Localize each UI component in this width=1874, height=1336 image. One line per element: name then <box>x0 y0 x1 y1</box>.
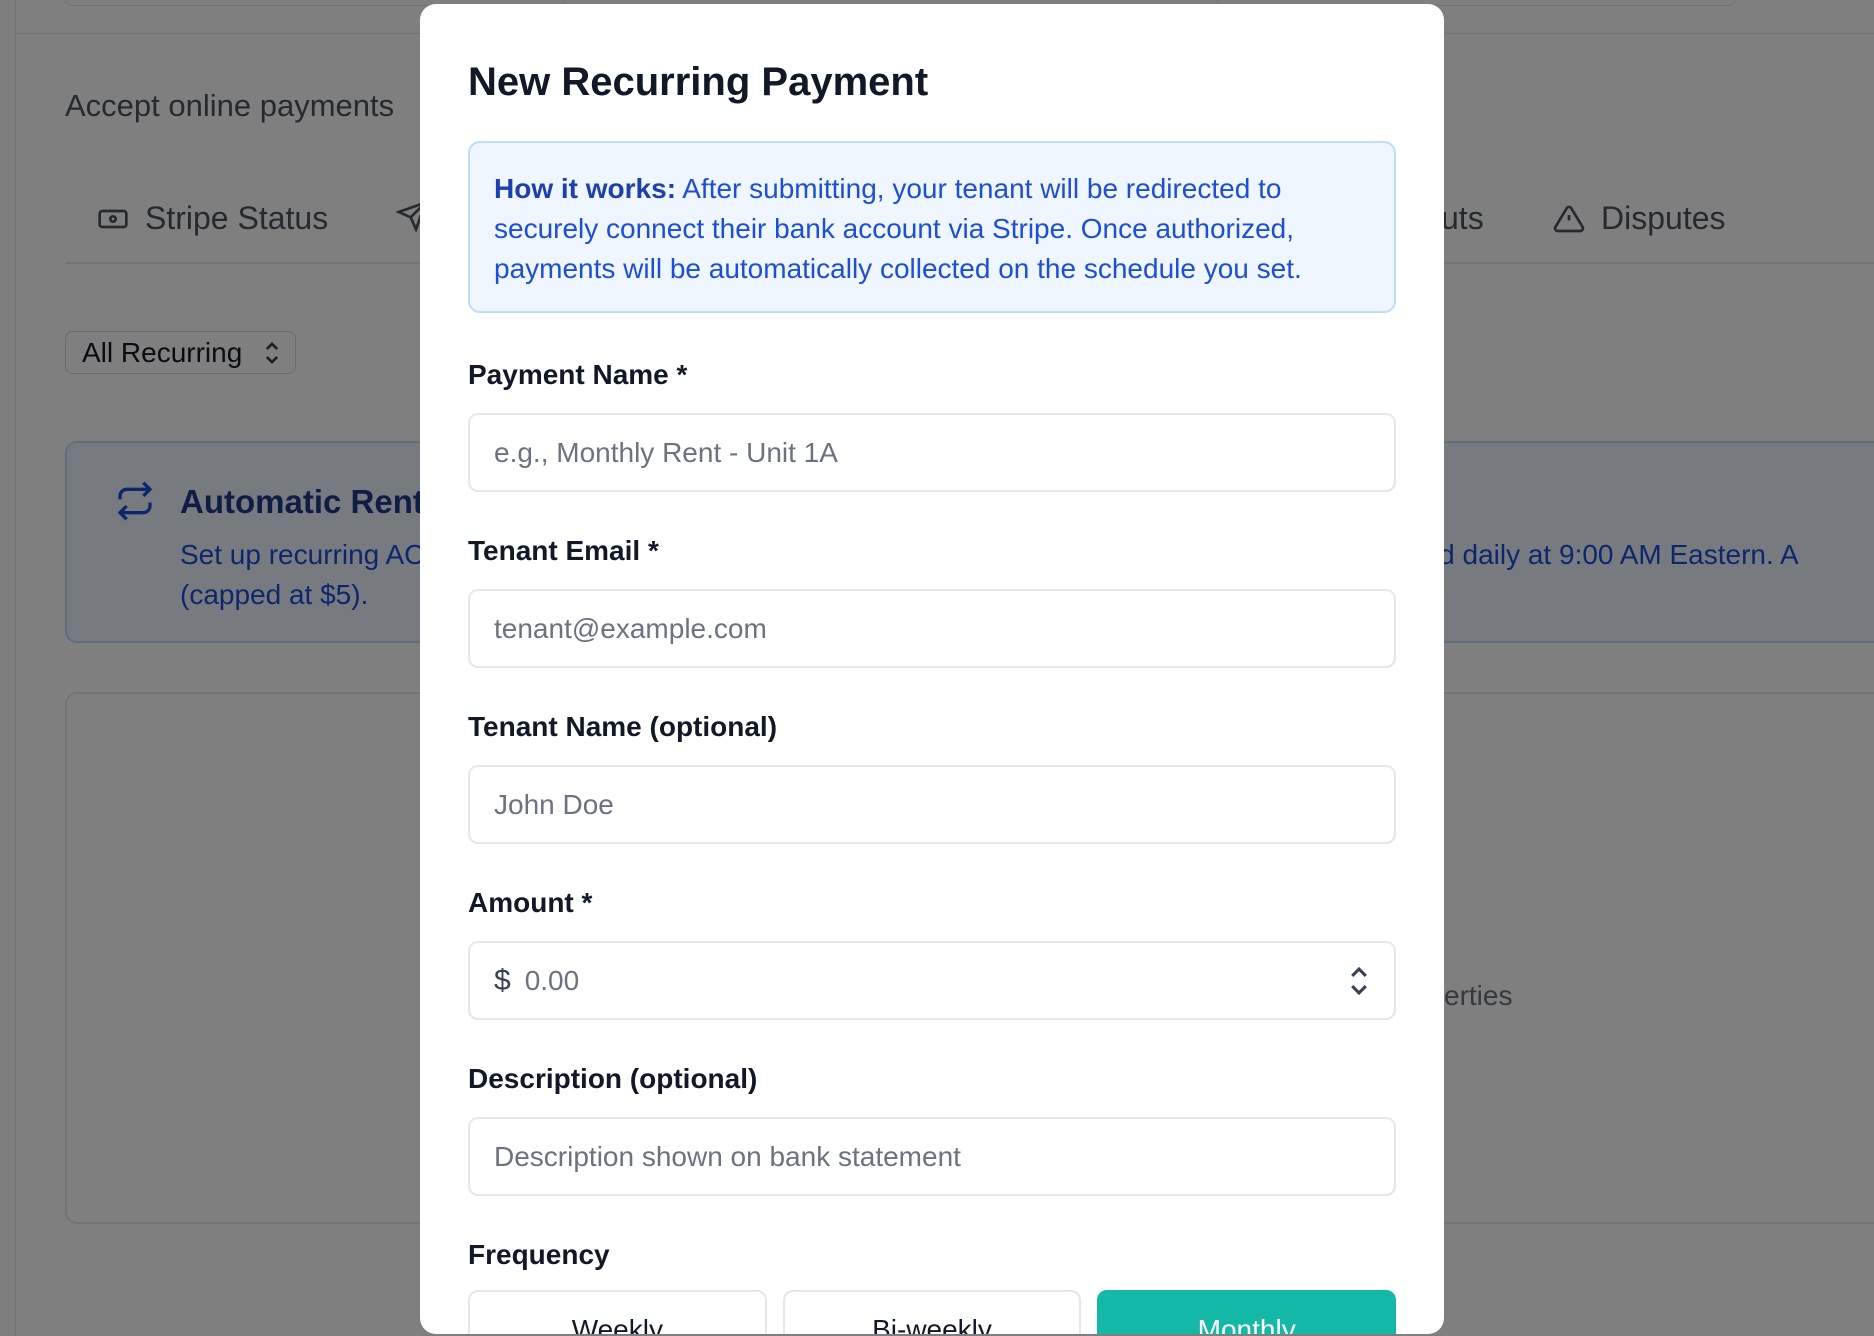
description-input[interactable] <box>468 1117 1396 1196</box>
payment-name-input[interactable] <box>468 413 1396 492</box>
how-it-works-notice: How it works: After submitting, your ten… <box>468 141 1396 313</box>
tenant-email-input[interactable] <box>468 589 1396 668</box>
number-stepper-icon[interactable] <box>1348 964 1370 998</box>
amount-input[interactable] <box>524 964 1348 997</box>
frequency-monthly-button[interactable]: Monthly <box>1097 1290 1397 1334</box>
amount-field[interactable]: $ <box>468 941 1396 1020</box>
frequency-options: Weekly Bi-weekly Monthly <box>468 1290 1397 1334</box>
tenant-name-label: Tenant Name (optional) <box>468 711 778 742</box>
amount-label: Amount * <box>468 887 593 918</box>
frequency-biweekly-button[interactable]: Bi-weekly <box>782 1290 1082 1334</box>
payment-name-label: Payment Name * <box>468 359 688 390</box>
modal-title: New Recurring Payment <box>468 60 929 104</box>
new-recurring-payment-modal: New Recurring Payment How it works: Afte… <box>420 4 1444 1334</box>
tenant-name-input[interactable] <box>468 765 1396 844</box>
description-label: Description (optional) <box>468 1063 758 1094</box>
frequency-label: Frequency <box>468 1239 610 1270</box>
currency-symbol: $ <box>494 963 511 997</box>
tenant-email-label: Tenant Email * <box>468 535 659 566</box>
frequency-weekly-button[interactable]: Weekly <box>468 1290 767 1334</box>
how-it-works-lead: How it works: <box>494 173 677 204</box>
